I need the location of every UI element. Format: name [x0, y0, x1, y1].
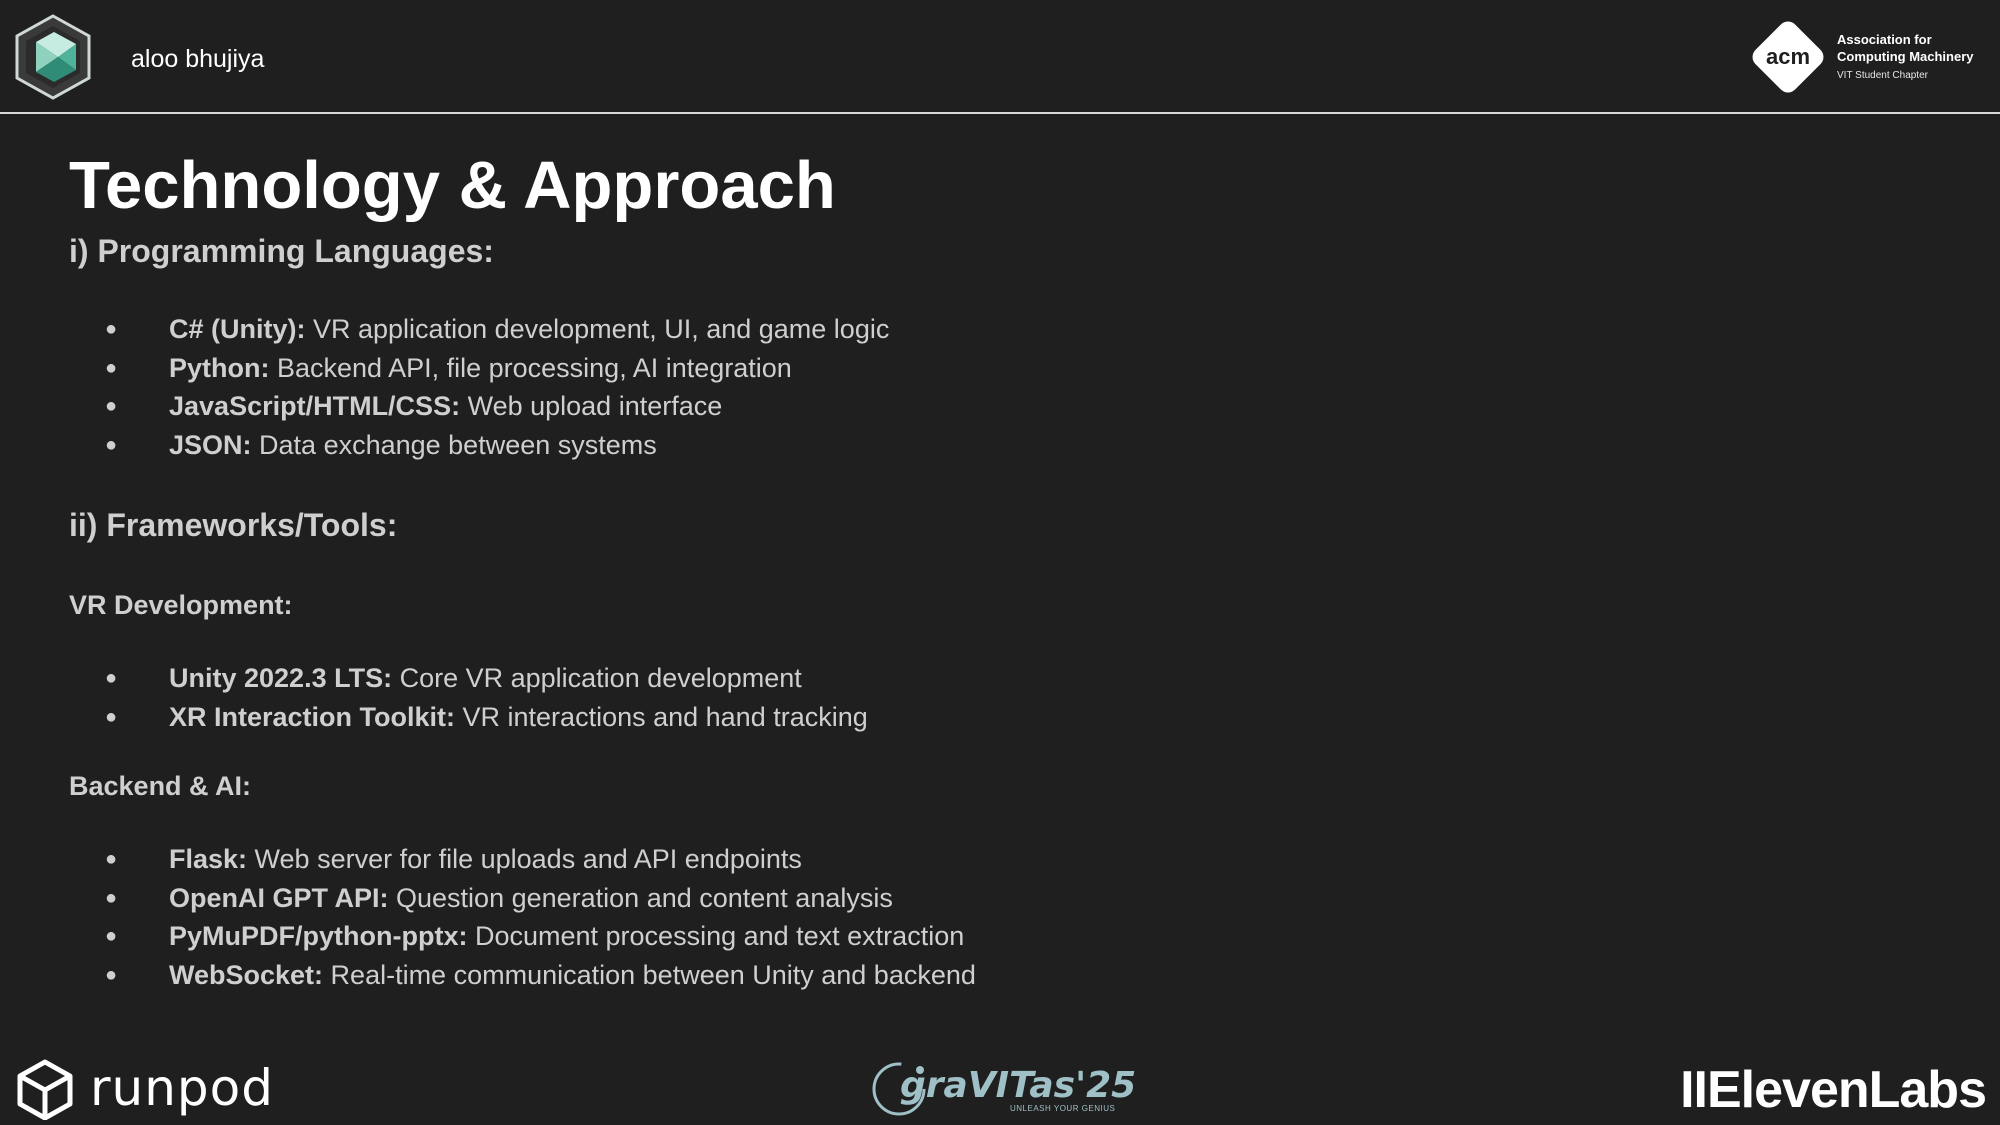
list-item-description: Real-time communication between Unity an… [323, 959, 976, 990]
list-item-label: Unity 2022.3 LTS: [169, 663, 393, 693]
acm-text-block: Association for Computing Machinery VIT … [1837, 31, 1974, 87]
list-item-label: JavaScript/HTML/CSS: [169, 391, 461, 421]
gravitas-logo: graVITas'25 UNLEASH YOUR GENIUS [868, 1058, 1136, 1120]
list-item-description: Data exchange between systems [251, 429, 657, 460]
bullet-dot: ● [105, 925, 118, 947]
acm-logo: acm Association for Computing Machinery … [1745, 14, 1985, 100]
list-item-label: Flask: [169, 844, 248, 874]
list-item-text: Unity 2022.3 LTS: Core VR application de… [169, 659, 802, 698]
vr-development-heading: VR Development: [69, 590, 293, 620]
list-item-label: Python: [169, 352, 270, 383]
section-frameworks-tools: ii) Frameworks/Tools: [69, 507, 398, 543]
list-item-description: Web server for file uploads and API endp… [247, 844, 802, 874]
list-item-description: Backend API, file processing, AI integra… [269, 352, 792, 383]
list-item-text: OpenAI GPT API: Question generation and … [169, 879, 893, 918]
gravitas-wordmark: graVITas'25 [900, 1065, 1137, 1106]
list-item-text: PyMuPDF/python-pptx: Document processing… [169, 917, 964, 956]
list-item-label: XR Interaction Toolkit: [169, 701, 456, 732]
list-item-text: Python: Backend API, file processing, AI… [169, 349, 792, 388]
elevenlabs-wordmark: IIElevenLabs [1680, 1061, 1987, 1119]
list-item-text: XR Interaction Toolkit: VR interactions … [169, 698, 868, 737]
section-programming-languages: i) Programming Languages: [69, 233, 494, 269]
bullet-dot: ● [105, 356, 118, 379]
bullet-dot: ● [105, 395, 118, 417]
team-name: aloo bhujiya [131, 45, 265, 73]
runpod-cube-icon [17, 1059, 73, 1120]
bullet-dot: ● [105, 963, 118, 986]
list-item-label: WebSocket: [169, 959, 324, 990]
runpod-logo: runpod [16, 1058, 296, 1120]
team-hexagon-logo-icon [15, 14, 91, 100]
list-item-description: Question generation and content analysis [388, 882, 893, 913]
backend-ai-heading: Backend & AI: [69, 771, 252, 801]
bullet-dot: ● [105, 318, 118, 340]
acm-line-3: VIT Student Chapter [1837, 70, 1928, 81]
bullet-dot: ● [105, 848, 118, 870]
list-item-description: Web upload interface [460, 391, 723, 421]
bullet-dot: ● [105, 667, 118, 689]
bullet-dot: ● [105, 886, 118, 909]
list-item-description: VR interactions and hand tracking [455, 701, 868, 732]
list-item-description: Core VR application development [392, 663, 802, 693]
slide-header: aloo bhujiya acm Association for Computi… [0, 0, 2000, 114]
slide-title: Technology & Approach [69, 148, 836, 223]
list-item-text: JavaScript/HTML/CSS: Web upload interfac… [169, 387, 722, 426]
acm-logo-text: acm [1766, 44, 1810, 69]
acm-diamond-icon: acm [1752, 21, 1824, 93]
gravitas-tagline: UNLEASH YOUR GENIUS [1010, 1104, 1116, 1113]
bullet-dot: ● [105, 705, 118, 728]
acm-line-1: Association for [1837, 32, 1932, 47]
list-item-text: JSON: Data exchange between systems [169, 426, 657, 465]
runpod-wordmark: runpod [90, 1059, 275, 1117]
list-item-text: C# (Unity): VR application development, … [169, 310, 889, 349]
list-item-text: WebSocket: Real-time communication betwe… [169, 956, 976, 995]
list-item-label: JSON: [169, 429, 252, 460]
list-item-label: C# (Unity): [169, 314, 306, 344]
list-item-description: Document processing and text extraction [467, 921, 965, 951]
list-item-description: VR application development, UI, and game… [305, 314, 890, 344]
bullet-dot: ● [105, 433, 118, 456]
acm-line-2: Computing Machinery [1837, 49, 1974, 64]
list-item-label: PyMuPDF/python-pptx: [169, 921, 468, 951]
list-item-label: OpenAI GPT API: [169, 882, 389, 913]
list-item-text: Flask: Web server for file uploads and A… [169, 840, 802, 879]
